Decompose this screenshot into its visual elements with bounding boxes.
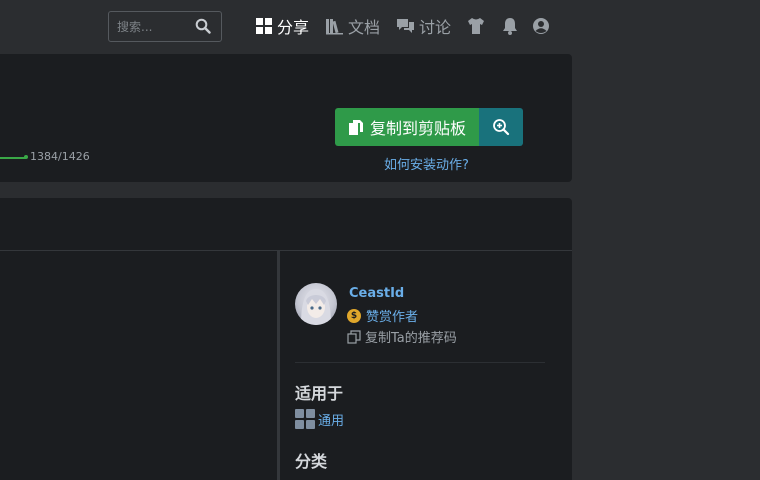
- progress-text: 1384/1426: [30, 150, 90, 163]
- author-name[interactable]: CeastId: [349, 286, 404, 301]
- coin-icon: $: [347, 308, 361, 323]
- avatar[interactable]: [295, 283, 337, 325]
- copy-icon: [347, 329, 361, 344]
- content-area: [0, 251, 280, 480]
- applies-to-item[interactable]: 通用: [295, 409, 344, 429]
- search-icon[interactable]: [195, 18, 213, 36]
- main-panel: CeastId $ 赞赏作者 复制Ta的推荐码 适用于 通用 分类: [0, 198, 572, 480]
- applies-to-label: 通用: [318, 413, 345, 429]
- category-heading: 分类: [295, 452, 328, 471]
- grid-icon: [295, 409, 315, 429]
- books-icon: [326, 19, 343, 35]
- nav-discuss[interactable]: 讨论: [396, 15, 451, 37]
- chat-icon: [397, 19, 414, 33]
- nav-share-label: 分享: [277, 18, 310, 37]
- progress-bar: [0, 157, 26, 159]
- nav-share[interactable]: 分享: [255, 15, 309, 37]
- top-navbar: 分享 文档 讨论: [0, 0, 760, 53]
- copy-button-label: 复制到剪贴板: [369, 121, 466, 138]
- nav-discuss-label: 讨论: [419, 18, 452, 37]
- nav-docs-label: 文档: [348, 18, 381, 37]
- zoom-in-icon: [493, 119, 510, 136]
- action-panel: 1384/1426 复制到剪贴板 如何安装动作?: [0, 54, 572, 182]
- copy-referral-link[interactable]: 复制Ta的推荐码: [347, 327, 457, 346]
- shirt-icon[interactable]: [466, 16, 486, 36]
- clipboard-icon: [348, 119, 363, 135]
- copy-referral-label: 复制Ta的推荐码: [365, 331, 457, 346]
- bell-icon[interactable]: [500, 16, 520, 36]
- reward-author-link[interactable]: $ 赞赏作者: [347, 306, 418, 325]
- preview-button[interactable]: [479, 108, 523, 146]
- applies-to-heading: 适用于: [295, 384, 344, 403]
- sidebar-divider: [295, 362, 545, 363]
- copy-to-clipboard-button[interactable]: 复制到剪贴板: [335, 108, 479, 146]
- reward-author-label: 赞赏作者: [366, 310, 419, 325]
- user-circle-icon[interactable]: [531, 16, 551, 36]
- nav-docs[interactable]: 文档: [325, 15, 380, 37]
- progress-marker: [24, 155, 28, 159]
- search-box: [108, 11, 222, 42]
- install-help-link[interactable]: 如何安装动作?: [384, 154, 469, 173]
- grid-icon: [256, 18, 272, 34]
- search-input[interactable]: [117, 18, 195, 36]
